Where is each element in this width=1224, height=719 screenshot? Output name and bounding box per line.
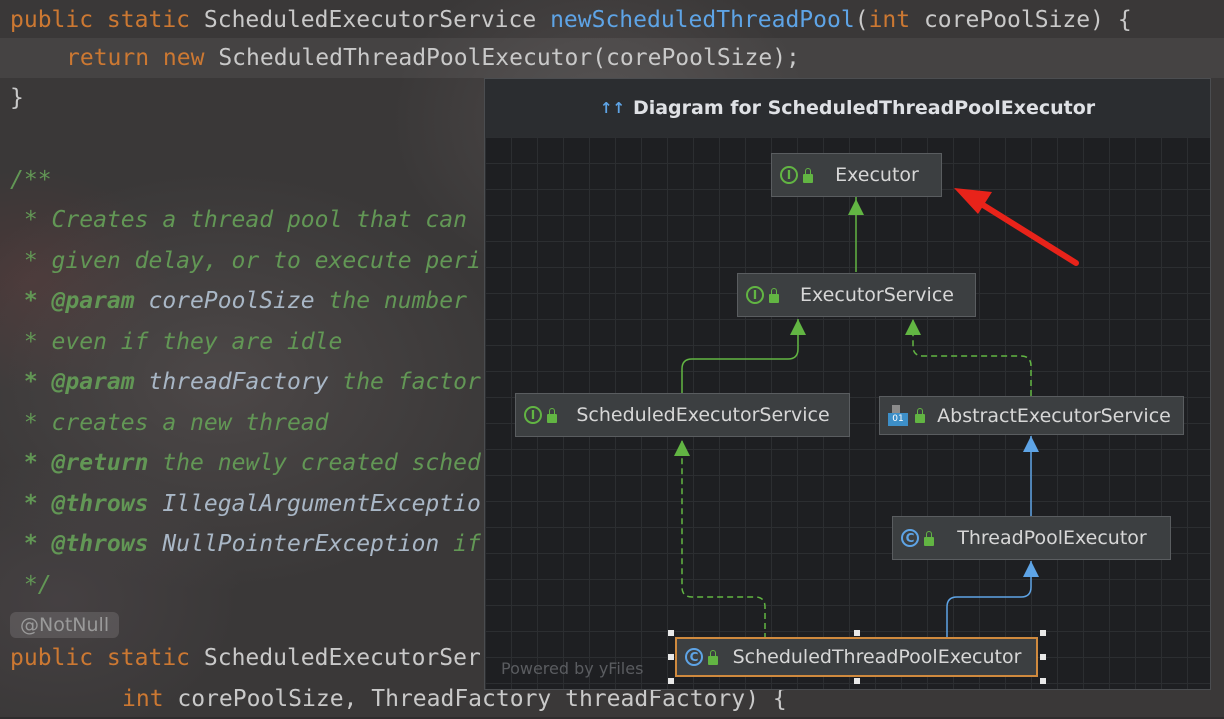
comment-text: the newly created sched bbox=[148, 450, 481, 476]
javadoc-tag: * @throws bbox=[10, 531, 163, 557]
javadoc-tag: * @throws bbox=[10, 491, 163, 517]
comment-text: the number bbox=[314, 288, 481, 314]
resize-handle[interactable] bbox=[1040, 654, 1046, 660]
class-icon: C bbox=[685, 648, 703, 666]
javadoc-tag: * @param bbox=[10, 288, 149, 314]
node-label: ScheduledExecutorService bbox=[576, 404, 830, 426]
comment-line: * @throws NullPointerException if bbox=[10, 524, 481, 564]
lock-icon bbox=[708, 649, 718, 665]
comment-text: if bbox=[439, 531, 481, 557]
node-label: Executor bbox=[835, 164, 919, 186]
node-label: ExecutorService bbox=[800, 284, 954, 306]
comment-line: * @param corePoolSize the number bbox=[10, 281, 481, 321]
resize-handle[interactable] bbox=[668, 630, 674, 636]
statement: ScheduledThreadPoolExecutor(corePoolSize… bbox=[218, 45, 800, 71]
type-name: ScheduledExecutorService bbox=[203, 7, 551, 33]
comment-line: * even if they are idle bbox=[10, 329, 343, 355]
powered-by-label: Powered by yFiles bbox=[501, 659, 644, 678]
comment-line: * given delay, or to execute peri bbox=[10, 248, 481, 274]
interface-icon: I bbox=[746, 286, 764, 304]
node-executor[interactable]: I Executor bbox=[771, 153, 942, 197]
edge-stpe-tpe bbox=[946, 561, 1032, 639]
edge-stpe-scheduled bbox=[681, 441, 766, 639]
node-label: AbstractExecutorService bbox=[937, 404, 1171, 427]
resize-handle[interactable] bbox=[668, 678, 674, 684]
code-line-3: } bbox=[10, 85, 24, 111]
code-line-2: return new ScheduledThreadPoolExecutor(c… bbox=[66, 38, 800, 78]
node-scheduledthreadpoolexecutor[interactable]: C ScheduledThreadPoolExecutor bbox=[675, 637, 1038, 677]
node-executorservice[interactable]: I ExecutorService bbox=[737, 273, 976, 317]
javadoc-param: threadFactory bbox=[148, 369, 329, 395]
javadoc-param: NullPointerException bbox=[162, 531, 440, 557]
keyword: public static bbox=[10, 7, 204, 33]
interface-icon: I bbox=[524, 406, 542, 424]
method-name: newScheduledThreadPool bbox=[550, 7, 855, 33]
resize-handle[interactable] bbox=[1040, 630, 1046, 636]
keyword: return new bbox=[66, 45, 219, 71]
type-name: ScheduledExecutorSer bbox=[203, 645, 481, 671]
diagram-popup[interactable]: ↑↑ Diagram for ScheduledThreadPoolExecut… bbox=[484, 78, 1211, 690]
comment-line: * @param threadFactory the factor bbox=[10, 362, 481, 402]
resize-handle[interactable] bbox=[668, 654, 674, 660]
keyword: int bbox=[122, 686, 178, 712]
comment-line: * creates a new thread bbox=[10, 410, 329, 436]
lock-icon bbox=[924, 530, 934, 546]
comment-line: /** bbox=[10, 167, 52, 193]
class-icon: C bbox=[901, 529, 919, 547]
javadoc-tag: * @param bbox=[10, 369, 149, 395]
abstract-class-icon: 01 bbox=[888, 404, 910, 427]
node-threadpoolexecutor[interactable]: C ThreadPoolExecutor bbox=[892, 516, 1171, 560]
interface-icon: I bbox=[780, 166, 798, 184]
edge-scheduled-executorservice bbox=[681, 319, 799, 393]
javadoc-param: corePoolSize bbox=[148, 288, 315, 314]
keyword: public static bbox=[10, 645, 204, 671]
node-scheduledexecutorservice[interactable]: I ScheduledExecutorService bbox=[515, 393, 850, 437]
annotation-badge: @NotNull bbox=[10, 612, 120, 638]
paren: ( bbox=[854, 7, 869, 33]
comment-line: * Creates a thread pool that can bbox=[10, 207, 481, 233]
comment-line: */ bbox=[10, 572, 52, 598]
lock-icon bbox=[547, 407, 557, 423]
lock-icon bbox=[769, 287, 779, 303]
resize-handle[interactable] bbox=[854, 678, 860, 684]
javadoc-tag: * @return bbox=[10, 450, 149, 476]
comment-text: the factor bbox=[328, 369, 481, 395]
node-abstractexecutorservice[interactable]: 01 AbstractExecutorService bbox=[879, 396, 1184, 435]
params: corePoolSize) { bbox=[923, 7, 1132, 33]
node-label: ScheduledThreadPoolExecutor bbox=[732, 646, 1022, 668]
lock-icon bbox=[803, 167, 813, 183]
code-line-signature: public static ScheduledExecutorSer bbox=[10, 638, 481, 678]
resize-handle[interactable] bbox=[854, 630, 860, 636]
keyword: int bbox=[868, 7, 924, 33]
code-line-1: public static ScheduledExecutorService n… bbox=[10, 0, 1132, 40]
node-label: ThreadPoolExecutor bbox=[957, 527, 1147, 549]
javadoc-param: IllegalArgumentExceptio bbox=[162, 491, 481, 517]
edge-abstract-executorservice bbox=[912, 319, 1032, 396]
comment-line: * @return the newly created sched bbox=[10, 443, 481, 483]
comment-line: * @throws IllegalArgumentExceptio bbox=[10, 484, 481, 524]
lock-icon bbox=[915, 408, 925, 423]
resize-handle[interactable] bbox=[1040, 678, 1046, 684]
